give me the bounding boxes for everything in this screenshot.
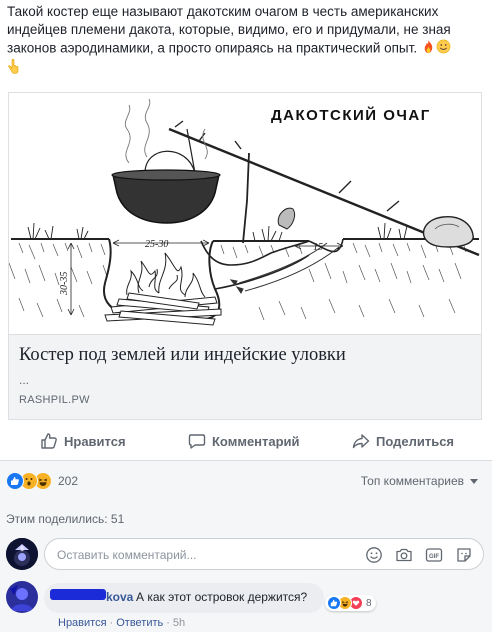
caret-down-icon <box>470 478 478 484</box>
comment-reply-link[interactable]: Ответить <box>116 617 163 629</box>
comment-actions: Нравится · Ответить · 5h <box>58 617 185 629</box>
pointing-down-emoji-icon <box>7 58 21 80</box>
separator-dot: · <box>109 617 114 629</box>
link-description: ... <box>19 373 30 387</box>
gif-icon[interactable]: GIF <box>425 546 443 569</box>
diagram-title: ДАКОТСКИЙ ОЧАГ <box>271 106 431 124</box>
post-text-line: индейцев племени дакота, которые, видимо… <box>7 22 451 37</box>
link-title[interactable]: Костер под землей или индейские уловки <box>19 345 346 366</box>
like-button-label: Нравится <box>64 433 126 449</box>
post-text-line: Такой костер еще называют дакотским очаг… <box>7 4 439 19</box>
share-count[interactable]: Этим поделились: 51 <box>6 512 124 526</box>
redacted-author-name <box>50 589 106 600</box>
dimension-width-label: 25-30 <box>145 239 168 250</box>
link-domain: RASHPIL.PW <box>19 394 90 406</box>
post-text-line <box>7 58 477 80</box>
post-text: Такой костер еще называют дакотским очаг… <box>7 3 477 80</box>
smile-emoji-icon <box>436 39 451 59</box>
shares-summary: Этим поделились: 51 <box>0 501 492 535</box>
current-user-avatar[interactable]: $ <box>6 538 38 570</box>
separator-dot: · <box>166 617 170 629</box>
comment-like-link[interactable]: Нравится <box>58 617 107 629</box>
svg-text:GIF: GIF <box>429 554 439 560</box>
comment-sort-label: Топ комментариев <box>360 474 464 488</box>
like-reaction-icon <box>6 472 24 490</box>
share-button[interactable]: Поделиться <box>352 422 454 460</box>
comment: kova А как этот островок держится? 8 Нра… <box>0 575 492 632</box>
comment-composer: $ Оставить комментарий... GIF <box>0 535 492 575</box>
reaction-icons[interactable] <box>6 471 52 491</box>
speech-bubble-icon <box>188 432 206 450</box>
like-reaction-icon <box>327 596 341 610</box>
comment-text: А как этот островок держится? <box>136 590 308 604</box>
comment-author[interactable]: kova <box>106 590 133 604</box>
fire-emoji-icon <box>421 39 436 59</box>
post-text-line: законов аэродинамики, а просто опираясь … <box>7 39 477 59</box>
post-actions: Нравится Комментарий Поделиться <box>8 422 482 460</box>
link-preview-card[interactable]: 25-30 15 30-35 ДАКОТСКИЙ ОЧАГ Костер под… <box>8 92 482 420</box>
like-button[interactable]: Нравится <box>40 422 126 460</box>
camera-icon[interactable] <box>395 546 413 569</box>
reaction-count[interactable]: 202 <box>58 474 78 488</box>
composer-tools: GIF <box>365 546 473 569</box>
commenter-avatar[interactable] <box>6 581 38 613</box>
comment-input[interactable]: Оставить комментарий... GIF <box>44 538 484 570</box>
share-arrow-icon <box>352 432 370 450</box>
comment-reactions[interactable]: 8 <box>325 595 376 611</box>
link-preview-image[interactable]: 25-30 15 30-35 ДАКОТСКИЙ ОЧАГ <box>9 93 481 334</box>
comment-sort-dropdown[interactable]: Топ комментариев <box>361 474 478 488</box>
dimension-depth-label: 30-35 <box>59 272 70 296</box>
comment-reaction-count: 8 <box>366 597 372 609</box>
dimension-tunnel-label: 15 <box>313 242 323 253</box>
link-preview-meta[interactable]: Костер под землей или индейские уловки .… <box>9 334 481 419</box>
comment-timestamp[interactable]: 5h <box>173 617 185 629</box>
comment-button-label: Комментарий <box>212 433 300 449</box>
sticker-icon[interactable] <box>455 546 473 569</box>
share-button-label: Поделиться <box>376 433 455 449</box>
emoji-smile-icon[interactable] <box>365 546 383 569</box>
reactions-summary: 202 Топ комментариев <box>0 461 492 501</box>
comment-button[interactable]: Комментарий <box>188 422 300 460</box>
thumbs-up-icon <box>40 432 58 450</box>
comment-input-placeholder: Оставить комментарий... <box>57 548 197 562</box>
